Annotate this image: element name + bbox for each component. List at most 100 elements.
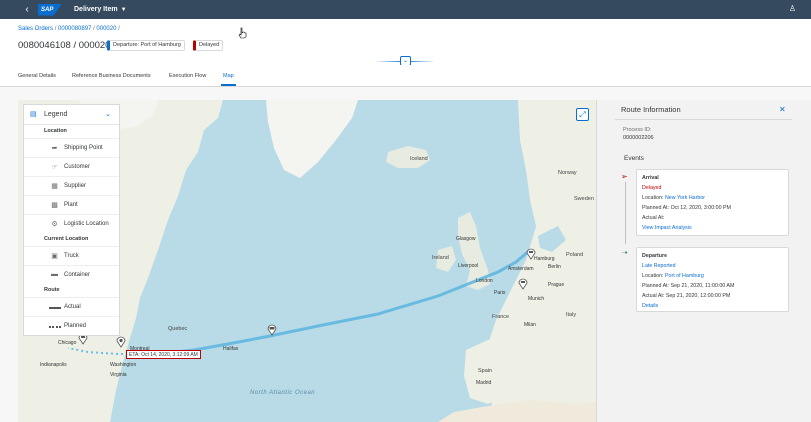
view-impact-analysis-link[interactable]: View Impact Analysis <box>642 225 692 231</box>
map-label-amsterdam: Amsterdam <box>508 266 534 272</box>
map-label-munich: Munich <box>528 296 545 302</box>
map-label-norway: Norway <box>558 170 577 176</box>
map-label-sweden: Sweden <box>574 196 594 202</box>
plant-icon: ▩ <box>51 202 58 209</box>
breadcrumb-separator: / <box>118 26 120 32</box>
map-label-glasgow: Glasgow <box>456 236 476 242</box>
legend-item-label: Plant <box>64 202 78 208</box>
close-icon[interactable]: ✕ <box>779 105 786 114</box>
map-label-france: France <box>492 314 510 320</box>
customer-icon: ☞ <box>51 164 58 171</box>
logistic-location-icon: ⚙ <box>51 221 58 228</box>
legend-icon: ▤ <box>30 111 37 118</box>
app-title[interactable]: Delivery Item <box>74 6 118 13</box>
object-header: Sales Orders / 0000080897 / 000020 / 008… <box>0 19 811 66</box>
shell-bar: ‹ SAP Delivery Item ▼ ♙ <box>0 0 811 19</box>
tab-reference-business-documents[interactable]: Reference Business Documents <box>72 73 151 79</box>
map-label-prague: Prague <box>548 282 565 288</box>
legend-header[interactable]: ▤ Legend ⌄ <box>24 105 119 125</box>
fullscreen-icon[interactable]: ⤢ <box>576 108 589 121</box>
timeline-line <box>625 182 626 244</box>
plant-pin-icon[interactable] <box>518 278 528 290</box>
legend-item: ▬ Container <box>24 265 119 284</box>
arrival-icon: ➢ <box>621 172 628 181</box>
event-location-link[interactable]: Port of Hamburg <box>665 273 704 279</box>
event-location-label: Location: <box>642 273 664 279</box>
event-location: Location: New York Harbor <box>642 195 705 201</box>
event-planned: Planned At: Sep 21, 2020, 11:00:00 AM <box>642 283 735 289</box>
map-label-milan: Milan <box>524 322 536 328</box>
map-label-virginia: Virginia <box>110 372 127 378</box>
legend-item: ▣ Truck <box>24 246 119 265</box>
legend-group-location: Location <box>44 128 67 134</box>
event-card-arrival: Arrival Delayed Location: New York Harbo… <box>636 169 789 236</box>
status-badge-departure: Departure: Port of Hamburg <box>107 40 185 51</box>
event-planned: Planned At: Oct 12, 2020, 3:00:00 PM <box>642 205 731 211</box>
legend-item-label: Planned <box>64 323 87 329</box>
route-planned-line-icon <box>49 326 61 328</box>
map-label-washington: Washington <box>110 362 137 368</box>
legend-panel: ▤ Legend ⌄ Location ➦ Shipping Point ☞ Cus… <box>23 104 120 336</box>
chevron-down-icon[interactable]: ⌄ <box>105 110 111 118</box>
back-icon[interactable]: ‹ <box>20 4 34 15</box>
user-icon[interactable]: ♙ <box>789 4 796 13</box>
event-card-departure: Departure Late Reported Location: Port o… <box>636 247 789 312</box>
legend-item-label: Supplier <box>64 183 87 189</box>
container-pin-icon[interactable] <box>267 324 277 336</box>
tab-execution-flow[interactable]: Execution Flow <box>169 73 206 79</box>
eta-callout: ETA: Oct 14, 2020, 3:12:09 AM <box>126 350 201 359</box>
legend-item-label: Actual <box>64 304 81 310</box>
legend-item: ▩ Plant <box>24 195 119 214</box>
customer-pin-icon[interactable] <box>116 336 126 348</box>
hand-cursor-icon <box>238 27 247 39</box>
map-label-paris: Paris <box>494 290 506 296</box>
breadcrumb-link-item[interactable]: 000020 <box>96 26 116 32</box>
chevron-down-icon[interactable]: ▼ <box>121 7 127 13</box>
event-location-link[interactable]: New York Harbor <box>665 195 705 201</box>
map-label-berlin: Berlin <box>548 264 561 270</box>
legend-item: ⚙ Logistic Location <box>24 214 119 233</box>
breadcrumb-link-sales-orders[interactable]: Sales Orders <box>18 26 53 32</box>
legend-item: Actual <box>24 297 119 316</box>
legend-item: Planned <box>24 316 119 335</box>
event-title: Departure <box>642 253 668 259</box>
tab-general-details[interactable]: General Details <box>18 73 56 79</box>
map-label-halifax: Halifax <box>223 346 239 352</box>
map-label-hamburg: Hamburg <box>534 256 555 262</box>
sap-logo[interactable]: SAP <box>38 3 62 16</box>
event-location-label: Location: <box>642 195 664 201</box>
event-status: Late Reported <box>642 263 676 269</box>
event-actual: Actual At: <box>642 215 665 221</box>
map-label-ireland: Ireland <box>432 255 449 261</box>
route-information-panel: Route Information ✕ Process ID: 00000022… <box>596 100 811 422</box>
truck-icon: ▣ <box>51 253 58 260</box>
shipping-point-icon: ➦ <box>51 145 58 152</box>
process-id-value: 0000002206 <box>623 135 654 141</box>
map-label-spain: Spain <box>478 368 493 374</box>
breadcrumb-link-order[interactable]: 0000080897 <box>58 26 91 32</box>
map-label-liverpool: Liverpool <box>458 263 479 269</box>
legend-item-label: Truck <box>64 253 79 259</box>
route-actual-line-icon <box>49 307 61 309</box>
map-label-italy: Italy <box>566 312 577 318</box>
events-label: Events <box>624 155 644 162</box>
status-badge-delayed: Delayed <box>193 40 224 51</box>
legend-item: ☞ Customer <box>24 157 119 176</box>
legend-item: ▦ Supplier <box>24 176 119 195</box>
shipping-point-pin-icon[interactable] <box>526 248 536 260</box>
page-title: 0080046108 / 000020 <box>18 40 111 51</box>
container-icon: ▬ <box>51 271 58 278</box>
tab-map[interactable]: Map <box>221 73 236 86</box>
legend-group-current-location: Current Location <box>44 236 89 242</box>
details-link[interactable]: Details <box>642 303 658 309</box>
map-label-chicago: Chicago <box>58 340 77 346</box>
panel-title: Route Information <box>621 105 681 114</box>
tab-bar: General Details Reference Business Docum… <box>0 65 811 87</box>
map-label-london: London <box>476 278 493 284</box>
legend-item: ➦ Shipping Point <box>24 138 119 157</box>
event-actual: Actual At: Sep 21, 2020, 12:00:00 PM <box>642 293 731 299</box>
supplier-icon: ▦ <box>51 183 58 190</box>
panel-divider <box>615 119 792 120</box>
map-label-indianapolis: Indianapolis <box>40 362 67 368</box>
legend-item-label: Customer <box>64 164 91 170</box>
